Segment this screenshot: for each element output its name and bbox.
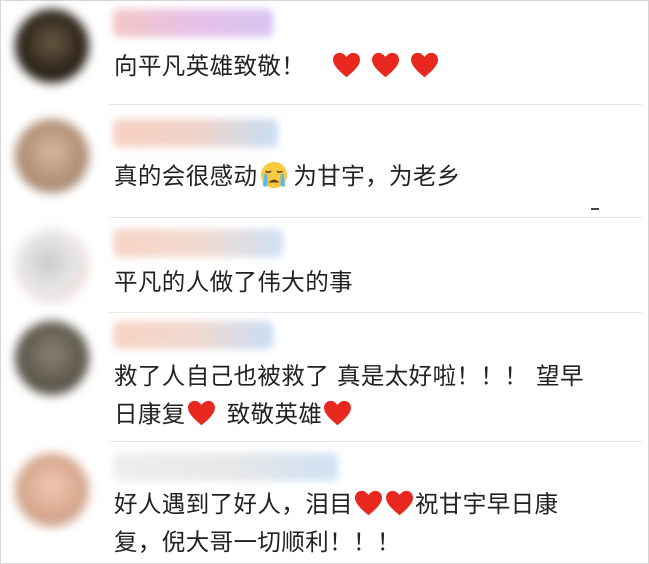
avatar[interactable] — [15, 119, 89, 193]
comment-text-content: 平凡的人做了伟大的事 — [114, 268, 353, 296]
comment-text-part: 为甘宇，为老乡 — [293, 162, 461, 190]
comment-text: 救了人自己也被救了 真是太好啦！！！ 望早 日康复 致敬英雄 — [114, 357, 634, 433]
avatar[interactable] — [15, 453, 89, 527]
comment-text-part: 真的会很感动 — [114, 162, 258, 190]
heart-icon — [371, 52, 399, 78]
heart-icon — [355, 490, 382, 516]
comment-text-line: 祝甘宇早日康 — [415, 490, 559, 518]
heart-icon — [332, 52, 360, 78]
username-redacted — [113, 321, 273, 349]
comment-text: 平凡的人做了伟大的事 — [114, 263, 634, 301]
crying-face-emoji — [261, 161, 288, 189]
comment-list: 向平凡英雄致敬！ 真的会很感动 为甘宇，为老乡 平凡的人做了伟大的事 救了人自己… — [0, 0, 649, 564]
comment-text: 向平凡英雄致敬！ — [114, 47, 634, 85]
heart-icon — [386, 490, 413, 516]
username-redacted — [113, 453, 338, 481]
avatar[interactable] — [15, 321, 89, 395]
avatar[interactable] — [15, 229, 89, 303]
comment-text: 真的会很感动 为甘宇，为老乡 — [114, 157, 634, 195]
comment-text-line: 致敬英雄 — [226, 400, 323, 428]
divider-mark — [591, 208, 599, 210]
divider — [109, 312, 642, 313]
heart-icon — [187, 400, 215, 426]
divider — [109, 217, 642, 218]
username-redacted — [113, 119, 278, 147]
comment-text: 好人遇到了好人，泪目 祝甘宇早日康 复，倪大哥一切顺利！！！ — [114, 485, 634, 561]
comment-text-content: 向平凡英雄致敬！ — [114, 52, 306, 80]
divider — [109, 441, 642, 442]
avatar[interactable] — [15, 9, 89, 83]
comment-text-line: 好人遇到了好人，泪目 — [114, 490, 353, 518]
comment-text-line: 救了人自己也被救了 真是太好啦！！！ 望早 — [114, 362, 584, 390]
heart-icon — [324, 400, 352, 426]
comment-text-line: 复，倪大哥一切顺利！！！ — [114, 528, 401, 556]
divider — [109, 104, 642, 105]
heart-icon — [410, 52, 438, 78]
username-redacted — [113, 229, 283, 257]
username-redacted — [113, 9, 273, 37]
comment-text-line: 日康复 — [114, 400, 186, 428]
